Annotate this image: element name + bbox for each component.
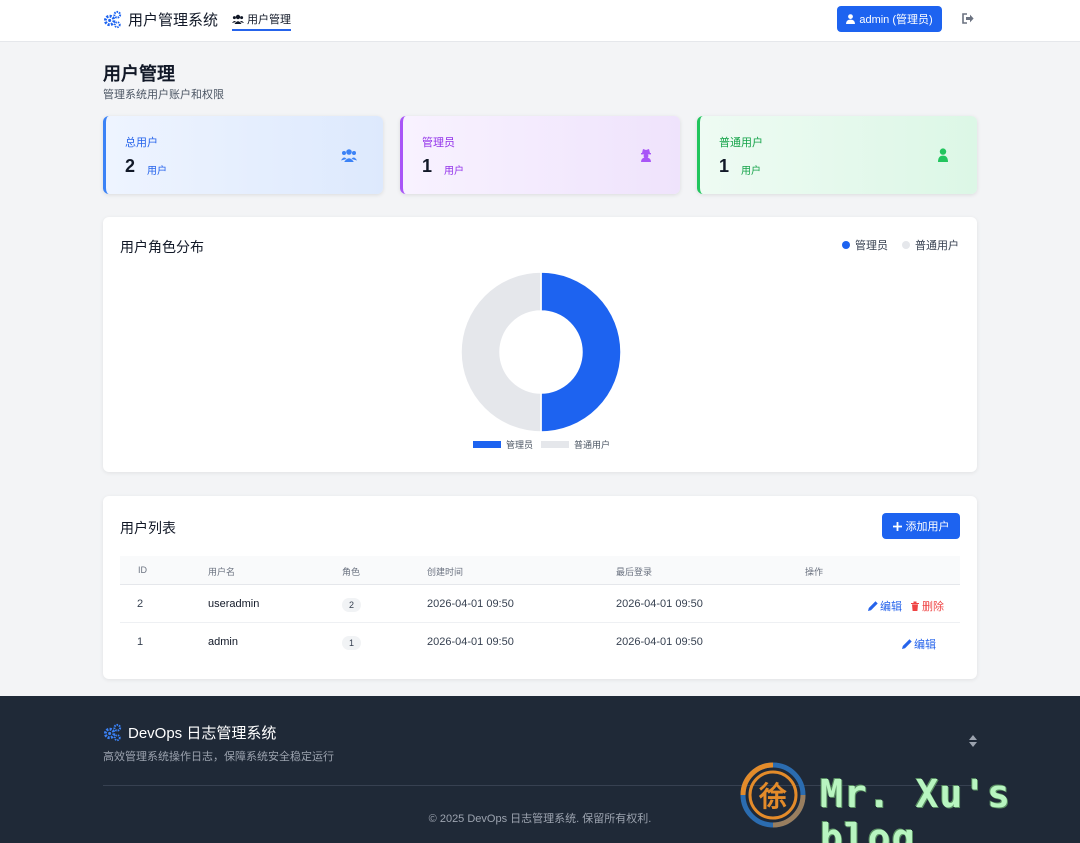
legend-label: 管理员	[855, 240, 888, 252]
legend-item-regular[interactable]: 普通用户	[902, 237, 959, 253]
trash-icon	[911, 601, 919, 611]
table-header: ID 用户名 角色 创建时间 最后登录 操作	[120, 556, 960, 585]
pencil-icon	[868, 601, 878, 611]
legend-label: 管理员	[506, 440, 534, 450]
legend-item-admin[interactable]: 管理员	[842, 237, 888, 253]
delete-label: 删除	[922, 601, 944, 613]
stat-card-total-users: 总用户 2 用户	[103, 116, 383, 194]
column-header-role: 角色	[342, 567, 361, 577]
users-icon	[341, 149, 357, 162]
chart-legend-top: 管理员 普通用户	[842, 237, 959, 253]
edit-label: 编辑	[914, 639, 936, 651]
legend-dot	[842, 241, 850, 249]
legend-dot	[902, 241, 910, 249]
cell-id: 2	[137, 598, 144, 610]
stat-value: 1	[422, 156, 433, 176]
sign-out-icon[interactable]	[962, 13, 974, 24]
app-title: 用户管理系统	[128, 12, 219, 29]
legend-swatch	[541, 441, 570, 448]
app-brand[interactable]: 用户管理系统	[103, 9, 218, 30]
stat-label: 总用户	[125, 137, 158, 149]
stat-unit: 用户	[741, 166, 761, 177]
top-navbar: 用户管理系统 用户管理 admin (管理员)	[0, 0, 1080, 42]
cell-id: 1	[137, 636, 144, 648]
cogs-icon	[103, 723, 122, 742]
page-title: 用户管理	[103, 64, 175, 84]
cell-created: 2026-04-01 09:50	[427, 636, 514, 648]
blog-logo: 徐	[740, 762, 806, 828]
footer-description: 高效管理系统操作日志，保障系统安全稳定运行	[103, 751, 334, 763]
user-icon	[938, 148, 948, 162]
sort-arrows-icon[interactable]	[968, 735, 978, 747]
role-donut-chart	[460, 271, 622, 433]
add-user-label: 添加用户	[905, 521, 950, 533]
legend-item-admin[interactable]: 管理员	[473, 438, 533, 451]
cell-last-login: 2026-04-01 09:50	[616, 598, 703, 610]
table-row: 2 useradmin 2 2026-04-01 09:50 2026-04-0…	[120, 585, 960, 623]
logo-char: 徐	[758, 780, 787, 813]
users-icon	[232, 14, 244, 24]
cell-username: useradmin	[208, 598, 260, 610]
stat-unit: 用户	[147, 166, 167, 177]
legend-label: 普通用户	[574, 440, 611, 450]
role-badge: 2	[342, 598, 361, 612]
stat-value: 1	[719, 156, 730, 176]
pencil-icon	[902, 639, 912, 649]
stat-value: 2	[125, 156, 136, 176]
cell-last-login: 2026-04-01 09:50	[616, 636, 703, 648]
page-subtitle: 管理系统用户账户和权限	[103, 89, 224, 101]
legend-item-regular[interactable]: 普通用户	[541, 438, 610, 451]
cell-created: 2026-04-01 09:50	[427, 598, 514, 610]
nav-tab-user-management[interactable]: 用户管理	[232, 11, 291, 31]
donut-slice-regular[interactable]	[460, 271, 542, 433]
user-button-label: admin (管理员)	[859, 14, 933, 26]
user-secret-icon	[641, 149, 651, 162]
column-header-actions: 操作	[805, 567, 824, 577]
stat-card-regular-users: 普通用户 1 用户	[697, 116, 977, 194]
stat-card-admins: 管理员 1 用户	[400, 116, 680, 194]
cogs-icon	[103, 10, 122, 29]
footer-title: DevOps 日志管理系统	[128, 725, 277, 742]
footer-brand: DevOps 日志管理系统	[103, 722, 276, 743]
chart-title: 用户角色分布	[120, 239, 204, 255]
table-row: 1 admin 1 2026-04-01 09:50 2026-04-01 09…	[120, 623, 960, 661]
edit-user-button[interactable]: 编辑	[902, 636, 936, 652]
chart-legend-bottom: 管理员 普通用户	[473, 438, 610, 451]
stat-label: 管理员	[422, 137, 455, 149]
column-header-id: ID	[138, 565, 147, 575]
add-user-button[interactable]: 添加用户	[882, 513, 960, 539]
column-header-last-login: 最后登录	[616, 567, 653, 577]
edit-user-button[interactable]: 编辑	[868, 598, 902, 614]
user-menu-button[interactable]: admin (管理员)	[837, 6, 942, 32]
edit-label: 编辑	[880, 601, 902, 613]
stat-unit: 用户	[444, 166, 464, 177]
delete-user-button[interactable]: 删除	[910, 598, 944, 614]
user-list-card: 用户列表 添加用户 ID 用户名 角色 创建时间 最后登录 操作 2 usera…	[103, 496, 977, 679]
user-icon	[846, 14, 856, 24]
user-list-title: 用户列表	[120, 520, 176, 536]
role-badge: 1	[342, 636, 361, 650]
cell-username: admin	[208, 636, 238, 648]
role-distribution-card: 用户角色分布 管理员 普通用户 管理员 普通用户	[103, 217, 977, 472]
donut-slice-admin[interactable]	[540, 271, 622, 433]
stat-label: 普通用户	[719, 137, 763, 149]
column-header-username: 用户名	[208, 567, 236, 577]
watermark-text: Mr. Xu's blog	[820, 772, 1012, 843]
legend-swatch	[473, 441, 501, 448]
nav-tab-label: 用户管理	[247, 14, 291, 26]
blog-watermark: 徐 Mr. Xu's blog	[740, 760, 1070, 843]
column-header-created: 创建时间	[427, 567, 464, 577]
plus-icon	[892, 521, 902, 531]
legend-label: 普通用户	[915, 240, 959, 252]
